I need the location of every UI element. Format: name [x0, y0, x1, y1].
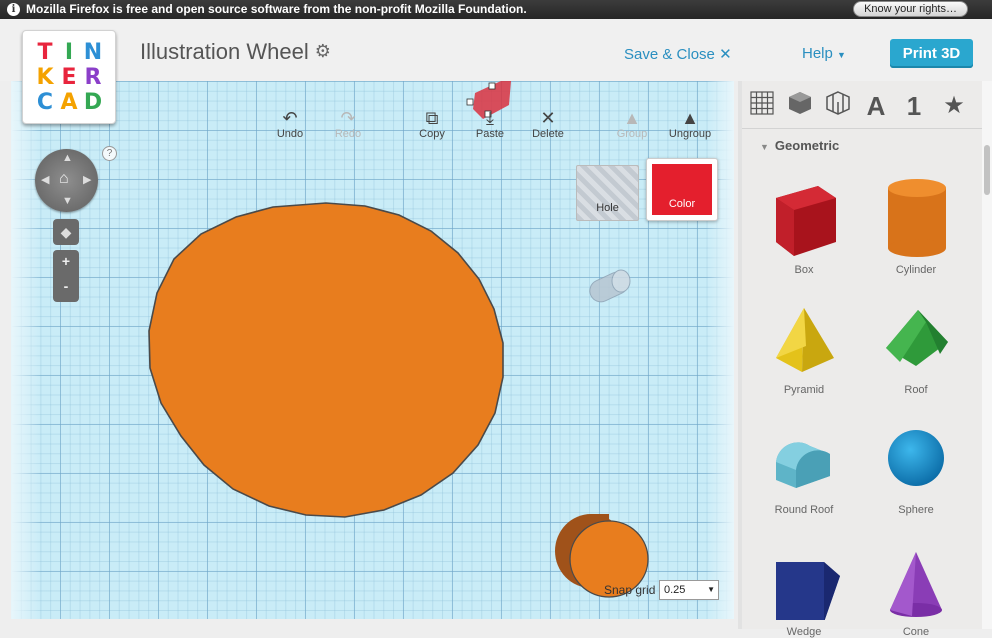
round-roof-shape-icon: [776, 442, 830, 488]
sidebar-scrollbar-thumb[interactable]: [984, 145, 990, 195]
tinkercad-logo[interactable]: TIN KER CAD: [22, 30, 116, 124]
wedge-shape-icon: [776, 562, 840, 620]
gear-icon[interactable]: ⚙: [315, 41, 331, 62]
hole-cylinder-object[interactable]: [586, 269, 632, 306]
shape-sphere[interactable]: Sphere: [868, 424, 964, 516]
orange-disc-object[interactable]: [148, 202, 504, 518]
print-3d-button[interactable]: Print 3D: [890, 39, 973, 68]
notification-message: Mozilla Firefox is free and open source …: [26, 2, 527, 16]
arrow-left-icon[interactable]: ◀: [41, 173, 49, 186]
collapse-triangle-icon: ▼: [760, 142, 769, 152]
paste-button[interactable]: ⤓ Paste: [465, 108, 515, 140]
color-swatch: Color: [652, 164, 712, 215]
shape-pyramid[interactable]: Pyramid: [756, 302, 852, 396]
firefox-notification-bar: i Mozilla Firefox is free and open sourc…: [0, 0, 992, 19]
box-shape-icon: [776, 186, 836, 256]
star-icon[interactable]: ★: [938, 90, 970, 122]
scene-canvas: [148, 81, 649, 598]
undo-button[interactable]: ↶ Undo: [265, 108, 315, 140]
home-icon[interactable]: ⌂: [59, 170, 69, 188]
chevron-down-icon: ▼: [837, 50, 846, 60]
color-picker[interactable]: Color: [646, 158, 718, 221]
snap-grid-select[interactable]: 0.25 ▼: [659, 580, 719, 600]
view-navigation-dial[interactable]: ▲ ▼ ◀ ▶ ⌂: [35, 149, 98, 212]
pyramid-shape-icon: [776, 308, 834, 372]
logo-letter: R: [84, 65, 102, 90]
logo-letter: K: [36, 65, 54, 90]
shape-cone[interactable]: Cone: [868, 550, 964, 638]
shape-category-tabs: A 1 ★: [742, 90, 982, 122]
zoom-controls: + -: [53, 250, 79, 302]
dropdown-arrow-icon: ▼: [707, 585, 715, 594]
undo-icon: ↶: [282, 108, 298, 128]
group-button[interactable]: ▲ Group: [607, 108, 657, 140]
view-cube-icon[interactable]: ◆: [53, 219, 79, 245]
shape-box[interactable]: Box: [756, 176, 852, 276]
ungroup-button[interactable]: ▲ Ungroup: [665, 108, 715, 140]
cylinder-shape-icon: [888, 179, 946, 257]
box-category-icon[interactable]: [784, 90, 816, 122]
info-icon: i: [7, 3, 20, 16]
arrow-up-icon[interactable]: ▲: [62, 152, 73, 164]
zoom-in-icon[interactable]: +: [53, 253, 79, 269]
save-close-link[interactable]: Save & Close ✕: [624, 45, 732, 63]
number-category-icon[interactable]: 1: [898, 90, 930, 122]
cone-shape-icon: [890, 552, 942, 617]
workplane-grid[interactable]: [11, 81, 734, 619]
geometric-section-header[interactable]: ▼ Geometric: [760, 138, 839, 153]
arrow-down-icon[interactable]: ▼: [62, 195, 73, 207]
design-title[interactable]: Illustration Wheel ⚙: [140, 39, 331, 65]
arrow-right-icon[interactable]: ▶: [83, 173, 91, 186]
logo-letter: I: [64, 40, 74, 65]
help-menu[interactable]: Help ▼: [802, 45, 846, 62]
redo-button[interactable]: ↷ Redo: [323, 108, 373, 140]
redo-icon: ↷: [340, 108, 356, 128]
logo-letter: T: [37, 40, 53, 65]
copy-icon: ⧉: [425, 108, 439, 128]
copy-button[interactable]: ⧉ Copy: [407, 108, 457, 140]
logo-letter: E: [61, 65, 77, 90]
logo-letter: D: [83, 90, 103, 115]
logo-letter: N: [83, 40, 103, 65]
ungroup-icon: ▲: [681, 108, 699, 128]
logo-letter: C: [36, 90, 54, 115]
grid-icon[interactable]: [746, 90, 778, 122]
sphere-shape-icon: [888, 430, 944, 486]
know-your-rights-button[interactable]: Know your rights…: [853, 1, 968, 17]
logo-letter: A: [60, 90, 78, 115]
group-icon: ▲: [623, 108, 641, 128]
roof-shape-icon: [886, 310, 948, 366]
shape-cylinder[interactable]: Cylinder: [868, 176, 964, 276]
editor-header: Illustration Wheel ⚙ Save & Close ✕ Help …: [0, 19, 992, 81]
paste-icon: ⤓: [486, 108, 494, 128]
help-question-icon[interactable]: ?: [102, 146, 117, 161]
shape-wedge[interactable]: Wedge: [756, 550, 852, 638]
shape-round-roof[interactable]: Round Roof: [756, 424, 852, 516]
zoom-out-icon[interactable]: -: [53, 278, 79, 294]
delete-icon: ✕: [540, 108, 556, 128]
text-category-icon[interactable]: A: [860, 90, 892, 122]
close-icon: ✕: [719, 46, 732, 63]
tabs-divider: [742, 128, 982, 129]
shape-roof[interactable]: Roof: [868, 302, 964, 396]
delete-button[interactable]: ✕ Delete: [523, 108, 573, 140]
cage-category-icon[interactable]: [822, 90, 854, 122]
hole-toggle[interactable]: Hole: [576, 165, 639, 221]
snap-grid-label: Snap grid: [604, 583, 656, 597]
